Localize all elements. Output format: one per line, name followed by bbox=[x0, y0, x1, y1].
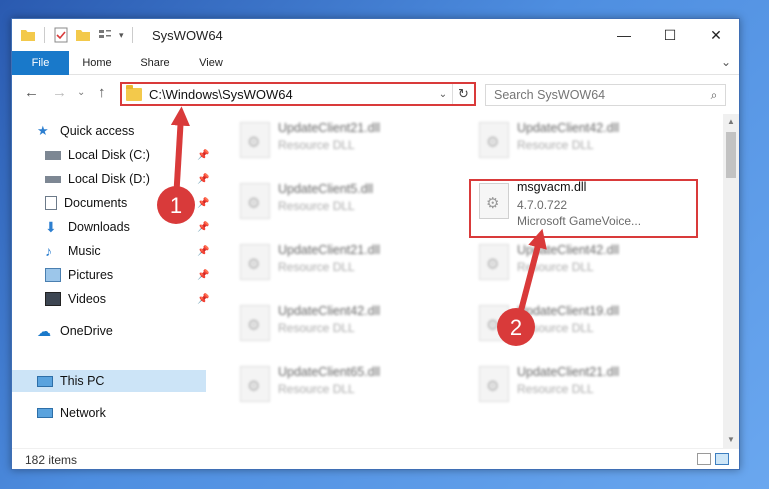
tiles-view-icon[interactable] bbox=[715, 453, 729, 465]
address-bar[interactable]: C:\Windows\SysWOW64 ⌄ ↻ bbox=[120, 82, 476, 106]
pictures-icon bbox=[45, 268, 61, 282]
navigation-pane: ★ Quick access Local Disk (C:) 📌 Local D… bbox=[12, 114, 209, 448]
quick-access-toolbar: ▾ bbox=[20, 27, 135, 43]
refresh-icon[interactable]: ↻ bbox=[452, 84, 474, 104]
nav-quick-access[interactable]: ★ Quick access bbox=[37, 120, 134, 142]
back-arrow-icon[interactable]: ← bbox=[24, 84, 39, 101]
address-row: ← → ⌄ ↑ C:\Windows\SysWOW64 ⌄ ↻ ⌕ bbox=[12, 76, 739, 112]
new-folder-icon[interactable] bbox=[75, 27, 91, 43]
network-icon bbox=[37, 408, 53, 418]
nav-local-disk-d[interactable]: Local Disk (D:) 📌 bbox=[45, 168, 209, 190]
qat-dropdown-icon[interactable]: ▾ bbox=[119, 30, 124, 41]
nav-music[interactable]: ♪ Music 📌 bbox=[45, 240, 209, 262]
forward-arrow-icon[interactable]: → bbox=[52, 84, 67, 101]
chevron-down-icon[interactable]: ⌄ bbox=[434, 89, 452, 100]
file-tile[interactable]: UpdateClient65.dll Resource DLL bbox=[230, 360, 450, 408]
explorer-window: ▾ SysWOW64 — ☐ ✕ File Home Share View ⌄ … bbox=[11, 18, 740, 470]
search-box[interactable]: ⌕ bbox=[485, 84, 726, 106]
file-tile[interactable]: UpdateClient21.dll Resource DLL bbox=[230, 238, 450, 286]
maximize-button[interactable]: ☐ bbox=[647, 19, 693, 51]
dll-file-icon bbox=[240, 122, 270, 158]
pin-icon[interactable]: 📌 bbox=[197, 174, 209, 185]
address-path[interactable]: C:\Windows\SysWOW64 bbox=[149, 87, 434, 102]
dll-file-icon bbox=[479, 305, 509, 341]
file-list: UpdateClient21.dll Resource DLL UpdateCl… bbox=[217, 114, 723, 448]
tab-home[interactable]: Home bbox=[72, 51, 122, 75]
close-button[interactable]: ✕ bbox=[693, 19, 739, 51]
dll-file-icon bbox=[240, 183, 270, 219]
ribbon-tabs: File Home Share View ⌄ bbox=[12, 51, 739, 75]
scroll-up-icon[interactable]: ▲ bbox=[723, 114, 739, 130]
nav-onedrive[interactable]: ☁ OneDrive bbox=[37, 320, 113, 342]
search-input[interactable] bbox=[494, 88, 703, 102]
minimize-button[interactable]: — bbox=[601, 19, 647, 51]
pin-icon[interactable]: 📌 bbox=[197, 198, 209, 209]
dll-file-icon bbox=[240, 305, 270, 341]
pin-icon[interactable]: 📌 bbox=[197, 222, 209, 233]
ribbon-expand-icon[interactable]: ⌄ bbox=[721, 55, 731, 69]
file-tile[interactable]: UpdateClient21.dll Resource DLL bbox=[230, 116, 450, 164]
scroll-down-icon[interactable]: ▼ bbox=[723, 432, 739, 448]
pin-icon[interactable]: 📌 bbox=[197, 150, 209, 161]
item-count: 182 items bbox=[25, 453, 78, 467]
drive-icon bbox=[45, 150, 61, 160]
up-arrow-icon[interactable]: ↑ bbox=[98, 84, 106, 101]
properties-icon[interactable] bbox=[53, 27, 69, 43]
nav-videos[interactable]: Videos 📌 bbox=[45, 288, 209, 310]
nav-downloads[interactable]: ⬇ Downloads 📌 bbox=[45, 216, 209, 238]
tab-file[interactable]: File bbox=[12, 51, 69, 75]
dll-file-icon bbox=[479, 366, 509, 402]
download-icon: ⬇ bbox=[45, 219, 57, 235]
file-tile[interactable]: UpdateClient42.dll Resource DLL bbox=[469, 116, 689, 164]
dll-file-icon bbox=[240, 244, 270, 280]
dll-file-icon bbox=[240, 366, 270, 402]
star-icon: ★ bbox=[37, 123, 49, 138]
customize-qat-icon[interactable] bbox=[97, 27, 113, 43]
folder-icon bbox=[21, 30, 35, 41]
pin-icon[interactable]: 📌 bbox=[197, 294, 209, 305]
nav-local-disk-c[interactable]: Local Disk (C:) 📌 bbox=[45, 144, 209, 166]
tab-view[interactable]: View bbox=[188, 51, 234, 75]
nav-pictures[interactable]: Pictures 📌 bbox=[45, 264, 209, 286]
status-bar: 182 items bbox=[12, 448, 739, 469]
tab-share[interactable]: Share bbox=[130, 51, 180, 75]
pin-icon[interactable]: 📌 bbox=[197, 270, 209, 281]
dll-file-icon bbox=[479, 244, 509, 280]
computer-icon bbox=[37, 375, 53, 387]
nav-documents[interactable]: Documents 📌 bbox=[45, 192, 209, 214]
window-title: SysWOW64 bbox=[152, 28, 223, 43]
file-tile[interactable]: UpdateClient42.dll Resource DLL bbox=[230, 299, 450, 347]
title-bar: ▾ SysWOW64 — ☐ ✕ bbox=[12, 19, 739, 51]
file-tile[interactable]: UpdateClient19.dll Resource DLL bbox=[469, 299, 689, 347]
search-icon[interactable]: ⌕ bbox=[703, 88, 725, 103]
highlight-box bbox=[469, 179, 698, 238]
scroll-thumb[interactable] bbox=[726, 132, 736, 178]
dll-file-icon bbox=[479, 122, 509, 158]
file-tile[interactable]: UpdateClient42.dll Resource DLL bbox=[469, 238, 689, 286]
nav-network[interactable]: Network bbox=[37, 402, 106, 424]
nav-this-pc[interactable]: This PC bbox=[12, 370, 206, 392]
file-tile[interactable]: UpdateClient5.dll Resource DLL bbox=[230, 177, 450, 225]
recent-locations-icon[interactable]: ⌄ bbox=[77, 87, 85, 98]
drive-icon bbox=[45, 175, 61, 183]
details-view-icon[interactable] bbox=[697, 453, 711, 465]
pin-icon[interactable]: 📌 bbox=[197, 246, 209, 257]
folder-icon bbox=[126, 84, 142, 101]
vertical-scrollbar[interactable]: ▲ ▼ bbox=[723, 114, 739, 448]
cloud-icon: ☁ bbox=[37, 323, 51, 339]
music-icon: ♪ bbox=[45, 243, 52, 259]
document-icon bbox=[45, 196, 57, 210]
video-icon bbox=[45, 292, 61, 306]
file-tile[interactable]: UpdateClient21.dll Resource DLL bbox=[469, 360, 689, 408]
